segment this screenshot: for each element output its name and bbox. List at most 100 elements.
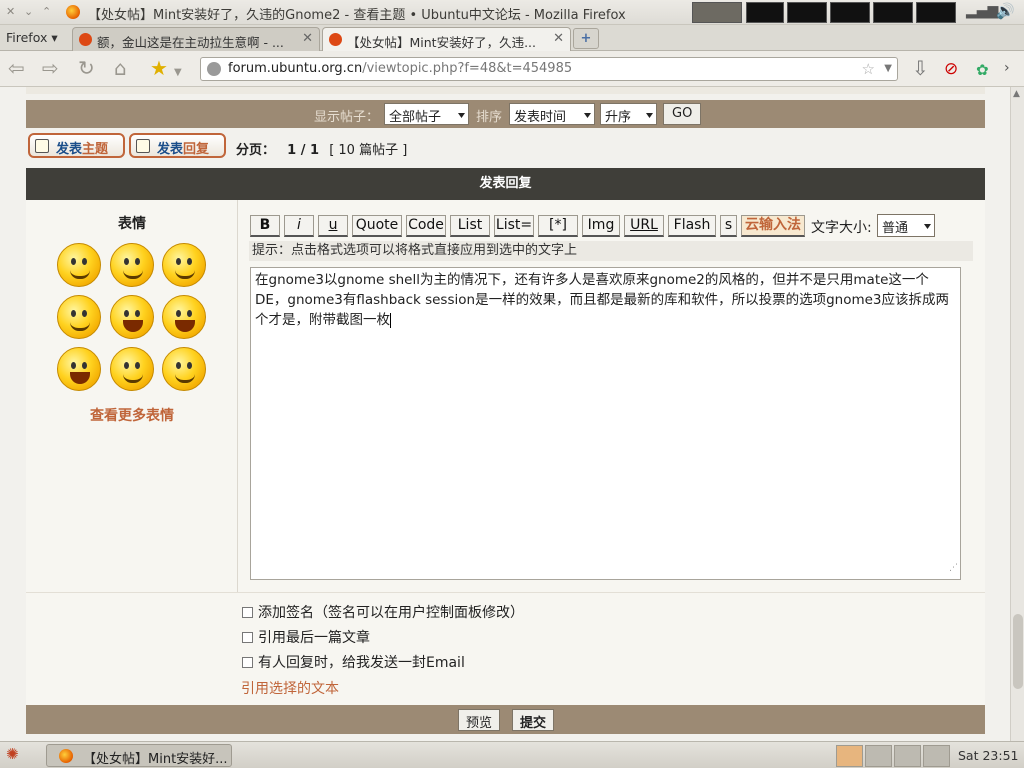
load-graph-icon <box>916 2 956 23</box>
close-tab-icon[interactable]: ✕ <box>553 31 564 46</box>
code-button[interactable]: Code <box>406 215 446 237</box>
shy-emoticon-icon[interactable] <box>162 243 206 287</box>
url-text[interactable]: forum.ubuntu.org.cn/viewtopic.php?f=48&t… <box>228 61 572 76</box>
quote-last-checkbox[interactable] <box>242 632 253 643</box>
email-notify-checkbox[interactable] <box>242 657 253 668</box>
workspace-4[interactable] <box>923 745 950 767</box>
url-history-dropdown-icon[interactable]: ▼ <box>884 63 892 74</box>
firefox-menu-button[interactable]: Firefox ▾ <box>6 30 58 45</box>
disk-graph-icon <box>873 2 913 23</box>
sort-order-select[interactable]: 升序 <box>600 103 657 125</box>
minimize-window-icon[interactable]: ⌄ <box>24 5 33 18</box>
memory-graph-icon <box>787 2 827 23</box>
email-notify-label: 有人回复时，给我发送一封Email <box>258 655 465 671</box>
show-posts-select[interactable]: 全部帖子 <box>384 103 469 125</box>
tongue-emoticon-icon[interactable] <box>110 243 154 287</box>
forward-icon[interactable]: ⇨ <box>42 58 59 78</box>
sweat-grin-emoticon-icon[interactable] <box>162 295 206 339</box>
message-textarea[interactable]: 在gnome3以gnome shell为主的情况下，还有许多人是喜欢原来gnom… <box>250 267 961 580</box>
text-caret <box>390 312 391 328</box>
emoticons-title: 表情 <box>118 216 146 232</box>
big-grin-emoticon-icon[interactable] <box>57 347 101 391</box>
network-graph-icon <box>830 2 870 23</box>
list-button[interactable]: List <box>450 215 490 237</box>
adblock-icon[interactable]: ⊘ <box>944 59 958 79</box>
signal-strength-icon[interactable]: ▂▄▆ <box>966 3 998 19</box>
volume-icon[interactable]: 🔊 <box>996 2 1015 20</box>
clock[interactable]: Sat 23:51 <box>958 748 1019 763</box>
thumbs-up-emoticon-icon[interactable] <box>110 347 154 391</box>
ubuntu-favicon-icon <box>79 33 92 46</box>
underline-button[interactable]: u <box>318 215 348 237</box>
sort-bar: 显示帖子： 全部帖子 排序 发表时间 升序 GO <box>26 100 985 128</box>
tab-bar: Firefox ▾ 额，金山这是在主动拉生意啊 - ... ✕ 【处女帖】Min… <box>0 25 1024 52</box>
taskbar-firefox-window[interactable]: 【处女帖】Mint安装好... <box>46 744 232 767</box>
navigation-toolbar: ⇦ ⇨ ↻ ⌂ ★ ▼ forum.ubuntu.org.cn/viewtopi… <box>0 51 1024 87</box>
page-viewport: 显示帖子： 全部帖子 排序 发表时间 升序 GO 发表主题 发表回复 分页： 1… <box>0 87 1010 741</box>
post-reply-button[interactable]: 发表回复 <box>129 133 226 158</box>
dizzy-emoticon-icon[interactable] <box>162 347 206 391</box>
workspace-2[interactable] <box>865 745 892 767</box>
quote-last-option[interactable]: 引用最后一篇文章 <box>242 627 370 647</box>
quote-selected-link[interactable]: 引用选择的文本 <box>241 678 339 698</box>
tab-label: 额，金山这是在主动拉生意啊 - ... <box>97 35 284 50</box>
url-button[interactable]: URL <box>624 215 664 237</box>
document-icon <box>136 139 150 153</box>
quote-button[interactable]: Quote <box>352 215 402 237</box>
chuckle-emoticon-icon[interactable] <box>57 295 101 339</box>
document-icon <box>35 139 49 153</box>
tab-kingsoft[interactable]: 额，金山这是在主动拉生意啊 - ... ✕ <box>72 27 320 51</box>
url-path: /viewtopic.php?f=48&t=454985 <box>362 61 573 76</box>
bottom-panel: ✺ 【处女帖】Mint安装好... Sat 23:51 <box>0 741 1024 768</box>
scroll-up-icon[interactable]: ▲ <box>1013 89 1020 99</box>
menu-arrow-icon[interactable]: › <box>1004 58 1010 78</box>
pagination: 分页： 1 / 1 [ 10 篇帖子 ] <box>236 139 407 158</box>
maximize-window-icon[interactable]: ⌃ <box>42 5 51 18</box>
ordered-list-button[interactable]: List= <box>494 215 534 237</box>
list-item-button[interactable]: [*] <box>538 215 578 237</box>
workspace-1[interactable] <box>836 745 863 767</box>
bookmarks-dropdown-icon[interactable]: ▼ <box>174 63 182 83</box>
close-window-icon[interactable]: ✕ <box>6 5 15 18</box>
add-signature-option[interactable]: 添加签名（签名可以在用户控制面板修改） <box>242 602 524 622</box>
flash-button[interactable]: Flash <box>668 215 716 237</box>
reload-icon[interactable]: ↻ <box>78 58 95 78</box>
new-topic-button[interactable]: 发表主题 <box>28 133 125 158</box>
site-identity-icon[interactable] <box>207 62 221 76</box>
tab-mint-post[interactable]: 【处女帖】Mint安装好了，久违... ✕ <box>322 27 571 52</box>
go-button[interactable]: GO <box>663 103 702 125</box>
back-icon[interactable]: ⇦ <box>8 58 25 78</box>
downloads-icon[interactable]: ⇩ <box>912 58 929 78</box>
email-notify-option[interactable]: 有人回复时，给我发送一封Email <box>242 652 465 672</box>
new-tab-button[interactable]: + <box>573 28 599 49</box>
smile-emoticon-icon[interactable] <box>57 243 101 287</box>
preview-button[interactable]: 预览 <box>458 709 501 731</box>
extension-icon[interactable]: ✿ <box>976 60 989 80</box>
scrollbar-thumb[interactable] <box>1013 614 1023 689</box>
close-tab-icon[interactable]: ✕ <box>302 31 313 46</box>
editor-panel: B i u Quote Code List List= [*] Img URL … <box>238 200 985 592</box>
submit-button[interactable]: 提交 <box>512 709 555 731</box>
post-reply-text: 发表 <box>157 142 184 157</box>
add-signature-checkbox[interactable] <box>242 607 253 618</box>
show-desktop-icon[interactable]: ✺ <box>6 745 19 763</box>
italic-button[interactable]: i <box>284 215 314 237</box>
laugh-emoticon-icon[interactable] <box>110 295 154 339</box>
emoticon-panel: 表情 查看更多表情 <box>26 200 238 592</box>
cloud-input-button[interactable]: 云输入法 <box>741 215 805 237</box>
url-bar[interactable]: forum.ubuntu.org.cn/viewtopic.php?f=48&t… <box>200 57 898 81</box>
workspace-3[interactable] <box>894 745 921 767</box>
image-button[interactable]: Img <box>582 215 620 237</box>
more-emoticons-link[interactable]: 查看更多表情 <box>26 405 238 425</box>
bookmark-star-icon[interactable]: ☆ <box>862 60 875 78</box>
home-icon[interactable]: ⌂ <box>114 58 127 78</box>
page-scrollbar[interactable]: ▲ <box>1010 87 1024 741</box>
resize-grip-icon[interactable]: ⋰ <box>949 558 958 578</box>
sort-by-select[interactable]: 发表时间 <box>509 103 595 125</box>
bold-button[interactable]: B <box>250 215 280 237</box>
bookmarks-star-icon[interactable]: ★ <box>150 58 168 78</box>
tab-label: 【处女帖】Mint安装好了，久违... <box>347 35 537 50</box>
font-size-select[interactable]: 普通 <box>877 214 935 237</box>
strike-button[interactable]: s <box>720 215 737 237</box>
pagination-pages: 1 / 1 <box>287 143 320 158</box>
